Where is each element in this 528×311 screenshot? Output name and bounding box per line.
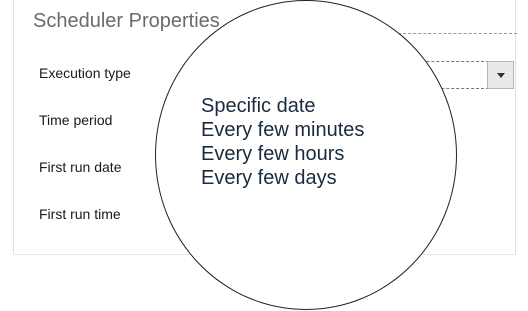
first-run-time-label: First run time: [39, 206, 121, 222]
time-period-label: Time period: [39, 112, 113, 128]
option-every-few-minutes[interactable]: Every few minutes: [201, 119, 364, 142]
option-every-few-days[interactable]: Every few days: [201, 167, 364, 190]
panel-title: Scheduler Properties: [33, 10, 220, 32]
scheduler-properties-screen: Scheduler Properties Execution type Time…: [0, 0, 528, 311]
chevron-down-icon[interactable]: [487, 61, 514, 89]
first-run-date-label: First run date: [39, 159, 122, 175]
option-specific-date[interactable]: Specific date: [201, 95, 364, 118]
option-every-few-hours[interactable]: Every few hours: [201, 143, 364, 166]
execution-type-options: Specific date Every few minutes Every fe…: [201, 95, 364, 190]
magnifier-overlay: Specific date Every few minutes Every fe…: [155, 0, 457, 310]
execution-type-label: Execution type: [39, 65, 131, 81]
